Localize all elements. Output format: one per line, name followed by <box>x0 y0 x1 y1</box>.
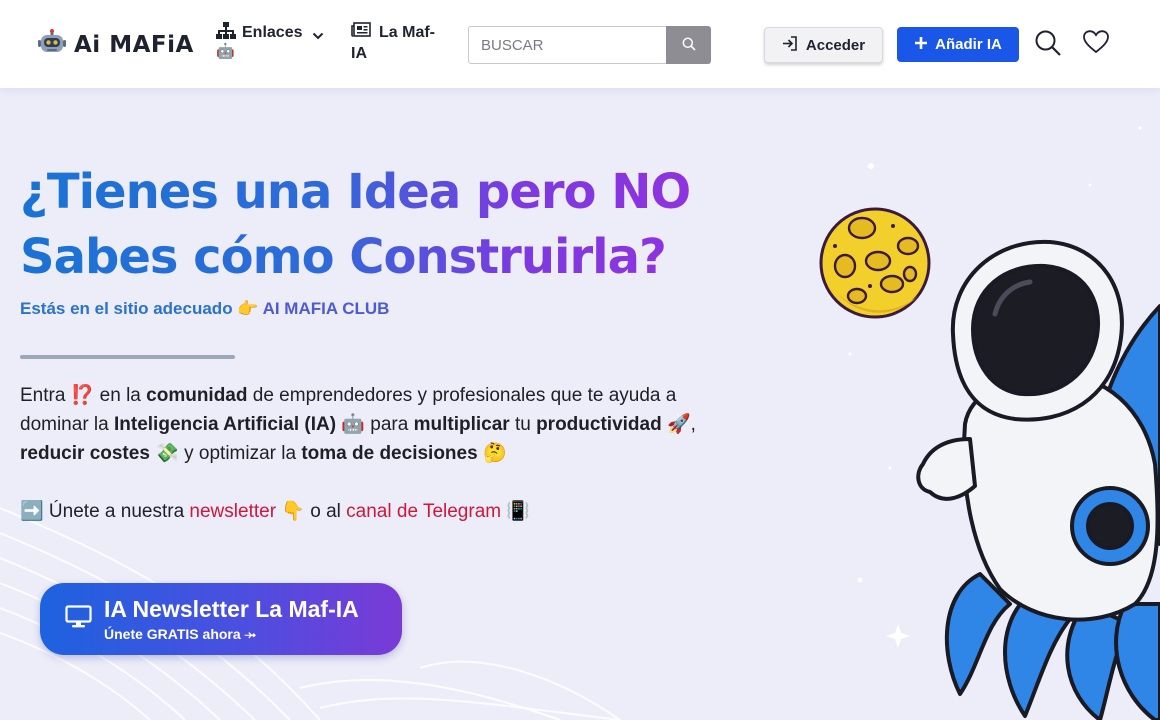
plus-icon <box>914 36 935 54</box>
desc-bold: productividad <box>536 414 662 435</box>
site-header: Ai MAFiA Enlaces 🤖 La Maf- IA BUSCAR Acc… <box>0 0 1160 88</box>
search-input[interactable] <box>468 26 667 64</box>
sign-in-icon <box>782 35 806 55</box>
desktop-icon <box>65 604 92 634</box>
join-middle: 👇 o al <box>276 501 347 522</box>
nav-la-mafia-label: La Maf- <box>379 23 435 41</box>
join-prefix: ➡️ Únete a nuestra <box>20 501 190 522</box>
desc-bold: reducir costes <box>20 443 150 464</box>
search-icon <box>682 37 696 54</box>
join-suffix: 📳 <box>501 501 531 522</box>
nav-robot-emoji: 🤖 <box>216 43 235 60</box>
cta-subtitle: Únete GRATIS ahora ⤞ <box>104 625 256 642</box>
logo-text: Ai MAFiA <box>74 32 194 58</box>
newspaper-icon <box>351 22 371 43</box>
hero-subtitle-prefix: Estás en el sitio adecuado 👉 <box>20 299 259 318</box>
login-label: Acceder <box>805 36 866 54</box>
telegram-link[interactable]: canal de Telegram <box>346 501 501 522</box>
robot-icon <box>38 28 66 62</box>
hero-description: Entra ⁉️ en la comunidad de emprendedore… <box>20 381 730 468</box>
hero-divider <box>20 355 235 359</box>
desc-bold: toma de decisiones <box>301 443 478 464</box>
desc-text: 🤖 para <box>336 414 414 435</box>
add-ai-button[interactable]: Añadir IA <box>897 27 1019 62</box>
astronaut-illustration <box>916 239 1160 720</box>
desc-text: tu <box>509 414 537 435</box>
hero-subtitle: Estás en el sitio adecuado 👉 AI MAFIA CL… <box>20 299 389 319</box>
site-logo[interactable]: Ai MAFiA <box>38 28 194 62</box>
hero-section: ¿Tienes una Idea pero NO Sabes cómo Cons… <box>0 88 1160 720</box>
desc-bold: Inteligencia Artificial (IA) <box>114 414 337 435</box>
nav-la-mafia-label-line2: IA <box>351 45 367 62</box>
search-button[interactable] <box>666 26 711 64</box>
desc-text: 💸 y optimizar la <box>149 443 302 464</box>
desc-text: Entra <box>20 385 71 406</box>
nav-la-mafia-link[interactable]: La Maf- IA <box>351 22 435 63</box>
newsletter-cta-button[interactable]: IA Newsletter La Maf-IA Únete GRATIS aho… <box>40 583 402 655</box>
chevron-down-icon <box>312 27 324 45</box>
desc-bold: comunidad <box>146 385 248 406</box>
desc-bold: multiplicar <box>413 414 510 435</box>
desc-text: 🚀, <box>661 414 696 435</box>
hero-subtitle-club: AI MAFIA CLUB <box>262 299 390 318</box>
search-icon[interactable] <box>1034 29 1062 62</box>
desc-text: 🤔 <box>477 443 507 464</box>
heart-icon[interactable] <box>1083 30 1109 59</box>
newsletter-link[interactable]: newsletter <box>189 501 276 522</box>
desc-emoji: ⁉️ <box>70 385 95 406</box>
cta-title: IA Newsletter La Maf-IA <box>104 595 359 622</box>
desc-text: en la <box>94 385 147 406</box>
login-button[interactable]: Acceder <box>764 27 883 63</box>
hero-join-line: ➡️ Únete a nuestra newsletter 👇 o al can… <box>20 497 530 526</box>
hero-title: ¿Tienes una Idea pero NO Sabes cómo Cons… <box>20 160 780 290</box>
add-ai-label: Añadir IA <box>935 36 1002 53</box>
nav-enlaces-label: Enlaces <box>242 24 303 41</box>
